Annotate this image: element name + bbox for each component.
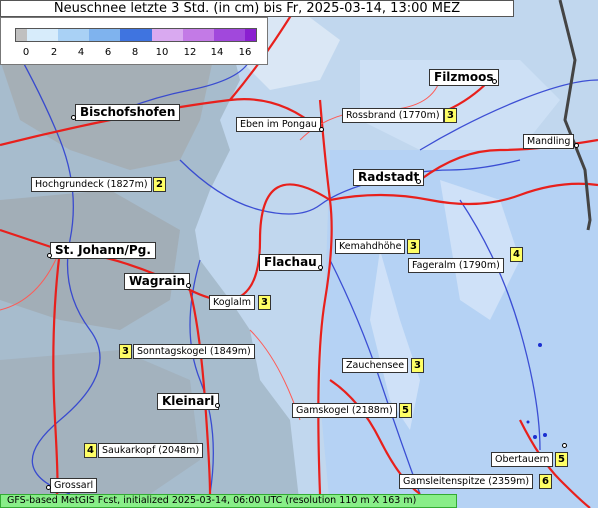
town-label-radstadt: Radstadt	[353, 169, 425, 186]
town-marker	[215, 403, 220, 408]
model-info-footer: GFS-based MetGIS Fcst, initialized 2025-…	[0, 494, 457, 508]
legend-swatch	[120, 29, 152, 41]
legend-label: 0	[22, 47, 30, 58]
snow-value-badge: 2	[153, 177, 166, 192]
snow-value-badge: 4	[84, 443, 97, 458]
snow-value-badge: 3	[411, 358, 424, 373]
legend-swatch	[89, 29, 121, 41]
peak-label-sonntagskogel: Sonntagskogel (1849m)	[133, 344, 255, 359]
town-label-kleinarl: Kleinarl	[157, 393, 220, 410]
peak-label-fageralm: Fageralm (1790m)	[408, 258, 504, 273]
town-marker	[492, 79, 497, 84]
legend-swatch	[58, 29, 90, 41]
town-label-st-johann: St. Johann/Pg.	[50, 242, 156, 259]
legend-label: 10	[155, 47, 169, 58]
town-marker	[186, 283, 191, 288]
peak-label-gamsleitenspitze: Gamsleitenspitze (2359m)	[399, 474, 534, 489]
snow-value-badge: 5	[555, 452, 568, 467]
town-marker	[71, 115, 76, 120]
town-label-wagrain: Wagrain	[124, 273, 191, 290]
legend-swatch	[182, 29, 214, 41]
snow-value-badge: 4	[510, 247, 523, 262]
snow-value-badge: 5	[399, 403, 412, 418]
town-label-filzmoos: Filzmoos	[429, 69, 499, 86]
place-marker	[574, 143, 579, 148]
peak-label-saukarkopf: Saukarkopf (2048m)	[98, 443, 204, 458]
peak-label-zauchensee: Zauchensee	[342, 358, 409, 373]
legend-swatch	[245, 29, 257, 41]
snow-value-badge: 3	[119, 344, 132, 359]
legend-label: 2	[50, 47, 58, 58]
peak-label-gamskogel: Gamskogel (2188m)	[292, 403, 397, 418]
snow-value-badge: 6	[539, 474, 552, 489]
peak-label-rossbrand: Rossbrand (1770m)	[342, 108, 444, 123]
place-marker	[562, 443, 567, 448]
legend-label: 12	[183, 47, 197, 58]
legend: 0 2 4 6 8 10 12 14 16	[0, 17, 268, 65]
legend-label: 8	[131, 47, 139, 58]
snow-value-badge: 3	[444, 108, 457, 123]
place-marker	[46, 485, 51, 490]
town-marker	[416, 179, 421, 184]
snow-value-badge: 3	[407, 239, 420, 254]
town-marker	[47, 253, 52, 258]
peak-label-koglalm: Koglalm	[209, 295, 255, 310]
legend-label: 14	[210, 47, 224, 58]
town-label-flachau: Flachau	[259, 254, 322, 271]
legend-swatch	[213, 29, 246, 41]
place-marker	[319, 127, 324, 132]
legend-label: 6	[104, 47, 112, 58]
legend-label: 4	[77, 47, 85, 58]
place-label-mandling: Mandling	[523, 134, 575, 149]
legend-label: 16	[238, 47, 252, 58]
legend-scale-bar	[15, 28, 257, 42]
town-marker	[318, 265, 323, 270]
peak-label-hochgrundeck: Hochgrundeck (1827m)	[31, 177, 152, 192]
legend-swatch	[26, 29, 59, 41]
legend-swatch	[16, 29, 27, 41]
place-label-eben-im-pongau: Eben im Pongau	[236, 117, 321, 132]
map-title: Neuschnee letzte 3 Std. (in cm) bis Fr, …	[0, 0, 514, 17]
legend-swatch	[151, 29, 183, 41]
snow-value-badge: 3	[258, 295, 271, 310]
peak-label-kemahdhoehe: Kemahdhöhe	[335, 239, 406, 254]
place-label-obertauern: Obertauern	[491, 452, 554, 467]
place-label-grossarl: Grossarl	[50, 478, 98, 493]
town-label-bischofshofen: Bischofshofen	[75, 104, 181, 121]
